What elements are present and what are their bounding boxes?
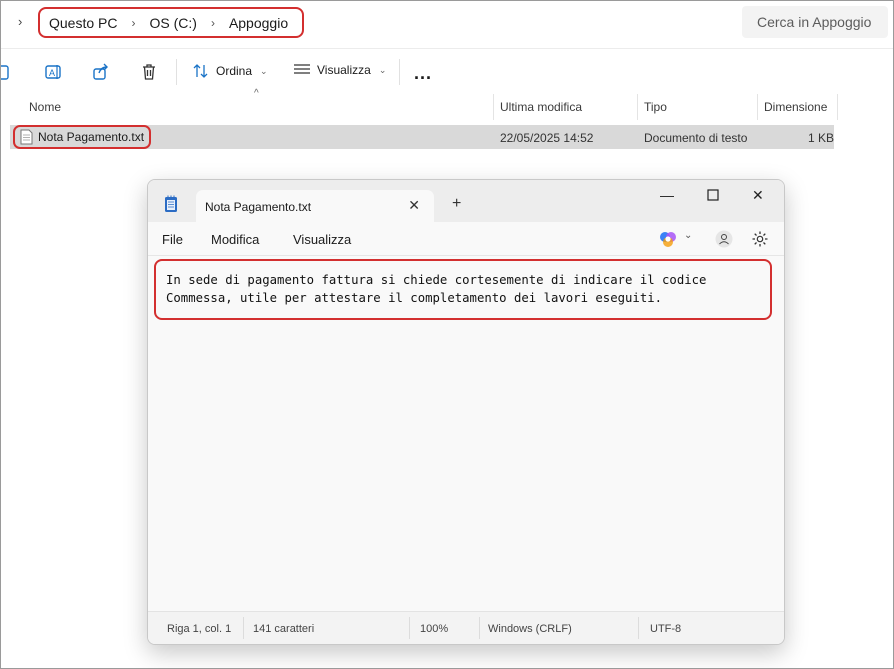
file-name-cell[interactable]: Nota Pagamento.txt — [13, 125, 151, 149]
zoom-level[interactable]: 100% — [420, 623, 448, 635]
column-header-modified[interactable]: Ultima modifica — [500, 100, 582, 114]
view-button[interactable]: Visualizza ⌄ — [293, 63, 386, 77]
character-count: 141 caratteri — [253, 623, 315, 635]
command-bar: A Ordina ⌄ Visualizza ⌄ ... — [0, 48, 894, 93]
notepad-window: Nota Pagamento.txt ✕ + — ✕ File Modifica… — [147, 179, 785, 645]
breadcrumb[interactable]: Questo PC › OS (C:) › Appoggio — [38, 7, 304, 38]
svg-text:A: A — [49, 68, 55, 78]
sort-label: Ordina — [216, 64, 253, 78]
maximize-icon[interactable] — [707, 189, 719, 201]
cursor-position: Riga 1, col. 1 — [167, 623, 232, 635]
chevron-right-icon: › — [131, 15, 136, 30]
file-name: Nota Pagamento.txt — [38, 130, 145, 144]
tab-nota-pagamento[interactable]: Nota Pagamento.txt ✕ — [196, 190, 434, 222]
column-divider[interactable] — [493, 94, 494, 120]
encoding[interactable]: UTF-8 — [650, 623, 681, 635]
notepad-icon — [165, 195, 177, 212]
status-divider — [479, 617, 480, 639]
chevron-right-icon: › — [210, 15, 215, 30]
view-label: Visualizza — [317, 63, 371, 77]
view-icon — [294, 64, 310, 74]
rename-icon[interactable]: A — [44, 63, 62, 81]
account-icon[interactable] — [715, 230, 733, 248]
menu-bar: File Modifica Visualizza ⌄ — [148, 222, 784, 255]
status-bar: Riga 1, col. 1 141 caratteri 100% Window… — [148, 611, 784, 644]
title-bar[interactable]: Nota Pagamento.txt ✕ + — ✕ — [148, 180, 784, 222]
file-size: 1 KB — [808, 131, 835, 145]
column-header-row: ^ Nome Ultima modifica Tipo Dimensione — [0, 88, 894, 120]
new-tab-icon[interactable]: + — [452, 195, 461, 213]
search-input[interactable]: Cerca in Appoggio — [742, 6, 888, 38]
paste-icon[interactable] — [0, 63, 12, 81]
status-divider — [243, 617, 244, 639]
chevron-down-icon: ⌄ — [260, 65, 268, 76]
sort-icon — [193, 64, 208, 78]
address-bar-row: › Questo PC › OS (C:) › Appoggio Cerca i… — [0, 0, 894, 44]
column-header-name[interactable]: Nome — [29, 100, 61, 114]
toolbar-divider — [399, 59, 400, 85]
column-divider[interactable] — [757, 94, 758, 120]
chevron-down-icon[interactable]: ⌄ — [684, 230, 692, 241]
toolbar-divider — [176, 59, 177, 85]
text-line: Commessa, utile per attestare il complet… — [166, 291, 663, 305]
breadcrumb-item-appoggio[interactable]: Appoggio — [229, 15, 288, 31]
tab-title: Nota Pagamento.txt — [205, 200, 312, 214]
status-divider — [409, 617, 410, 639]
delete-icon[interactable] — [140, 63, 158, 81]
file-type: Documento di testo — [644, 131, 748, 145]
document-text[interactable]: In sede di pagamento fattura si chiede c… — [154, 259, 772, 320]
share-icon[interactable] — [92, 63, 110, 81]
sort-button[interactable]: Ordina ⌄ — [192, 63, 268, 79]
column-header-size[interactable]: Dimensione — [764, 100, 827, 114]
close-icon[interactable]: ✕ — [752, 187, 764, 204]
sort-ascending-icon: ^ — [254, 88, 259, 99]
menu-view[interactable]: Visualizza — [293, 232, 351, 247]
text-line: In sede di pagamento fattura si chiede c… — [166, 273, 707, 287]
column-divider[interactable] — [837, 94, 838, 120]
column-header-type[interactable]: Tipo — [644, 100, 667, 114]
gear-icon[interactable] — [751, 230, 769, 248]
status-divider — [638, 617, 639, 639]
minimize-icon[interactable]: — — [660, 187, 674, 203]
chevron-right-icon[interactable]: › — [18, 14, 22, 29]
text-file-icon — [20, 129, 33, 145]
text-editor[interactable]: In sede di pagamento fattura si chiede c… — [148, 255, 784, 612]
file-modified: 22/05/2025 14:52 — [500, 131, 594, 145]
close-tab-icon[interactable]: ✕ — [408, 197, 420, 214]
menu-file[interactable]: File — [162, 232, 183, 247]
column-divider[interactable] — [637, 94, 638, 120]
line-ending[interactable]: Windows (CRLF) — [488, 623, 572, 635]
breadcrumb-item-os-c[interactable]: OS (C:) — [149, 15, 196, 31]
table-row[interactable]: Nota Pagamento.txt 22/05/2025 14:52 Docu… — [10, 125, 834, 149]
menu-edit[interactable]: Modifica — [211, 232, 259, 247]
chevron-down-icon: ⌄ — [378, 64, 387, 75]
breadcrumb-item-questo-pc[interactable]: Questo PC — [49, 15, 117, 31]
more-options-button[interactable]: ... — [414, 63, 432, 84]
copilot-icon[interactable] — [659, 230, 677, 248]
